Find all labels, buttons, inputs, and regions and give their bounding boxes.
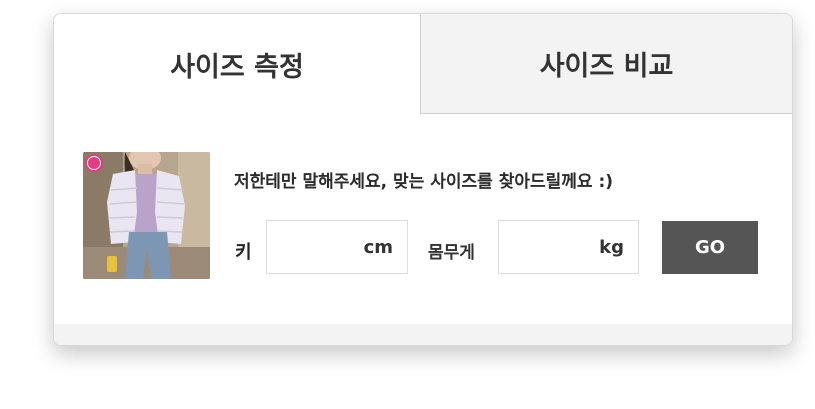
height-label: 키 [235,242,252,263]
tab-size-measure[interactable]: 사이즈 측정 [54,14,421,114]
weight-input-box: kg [498,220,639,274]
weight-label: 몸무게 [428,243,475,263]
height-unit: cm [363,237,393,258]
size-prompt-text: 저한테만 말해주세요, 맞는 사이즈를 찾아드릴께요 :) [234,172,614,192]
tab-size-compare[interactable]: 사이즈 비교 [421,14,792,114]
footer-strip [54,324,792,345]
model-photo-image [83,152,210,279]
size-measure-panel: 저한테만 말해주세요, 맞는 사이즈를 찾아드릴께요 :) 키 cm 몸무게 k… [54,114,792,324]
model-photo [83,152,210,279]
tab-bar: 사이즈 측정 사이즈 비교 [54,14,792,114]
weight-unit: kg [599,237,624,258]
go-button[interactable]: GO [662,221,758,274]
height-input-box: cm [266,220,408,274]
size-widget: 사이즈 측정 사이즈 비교 저한테만 말해주세요, 맞는 사이즈를 찾아드릴께요… [53,13,793,346]
